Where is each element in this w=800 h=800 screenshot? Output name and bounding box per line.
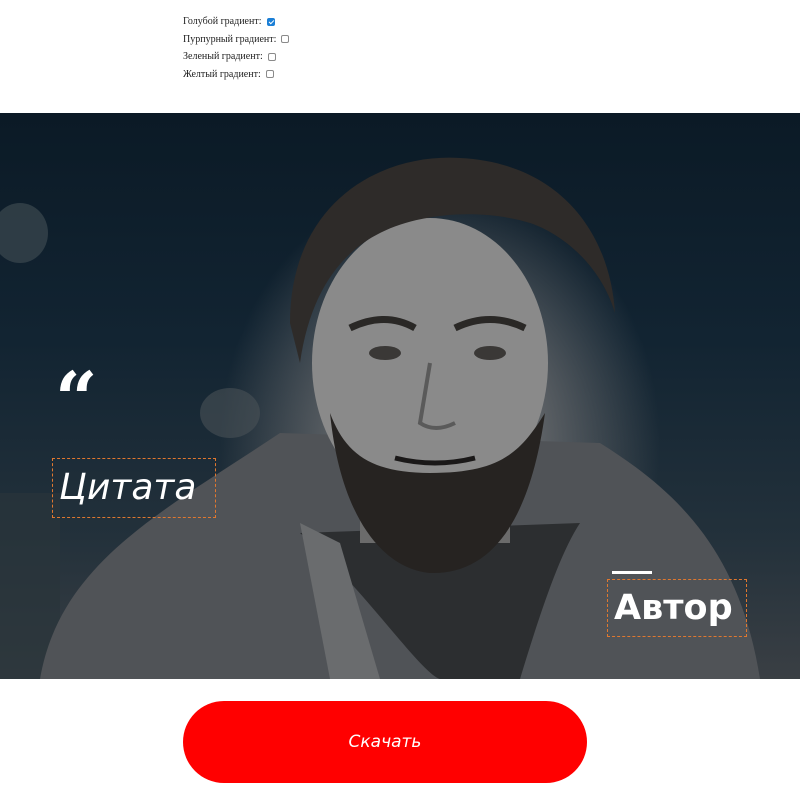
gradient-label-green: Зеленый градиент:	[183, 51, 263, 62]
gradient-checkbox-purple[interactable]	[281, 35, 290, 44]
author-divider	[612, 571, 652, 574]
gradient-checkbox-green[interactable]	[267, 52, 276, 61]
quote-text[interactable]: Цитата	[52, 458, 216, 518]
gradient-label-yellow: Желтый градиент:	[183, 68, 261, 80]
gradient-options: Голубой градиент: Пурпурный градиент: Зе…	[183, 13, 290, 84]
gradient-option-blue: Голубой градиент:	[183, 13, 289, 31]
download-button[interactable]: Скачать	[183, 701, 587, 783]
gradient-checkbox-blue[interactable]	[266, 17, 275, 26]
gradient-option-purple: Пурпурный градиент:	[183, 31, 290, 49]
gradient-option-green: Зеленый градиент:	[183, 48, 289, 66]
quote-mark-icon: “	[55, 357, 98, 443]
gradient-option-yellow: Желтый градиент:	[183, 66, 289, 84]
author-text[interactable]: Автор	[607, 579, 747, 637]
gradient-checkbox-yellow[interactable]	[265, 70, 274, 79]
quote-card: “ Цитата Автор	[0, 113, 800, 679]
gradient-label-blue: Голубой градиент:	[183, 16, 262, 27]
gradient-label-purple: Пурпурный градиент:	[183, 33, 277, 45]
